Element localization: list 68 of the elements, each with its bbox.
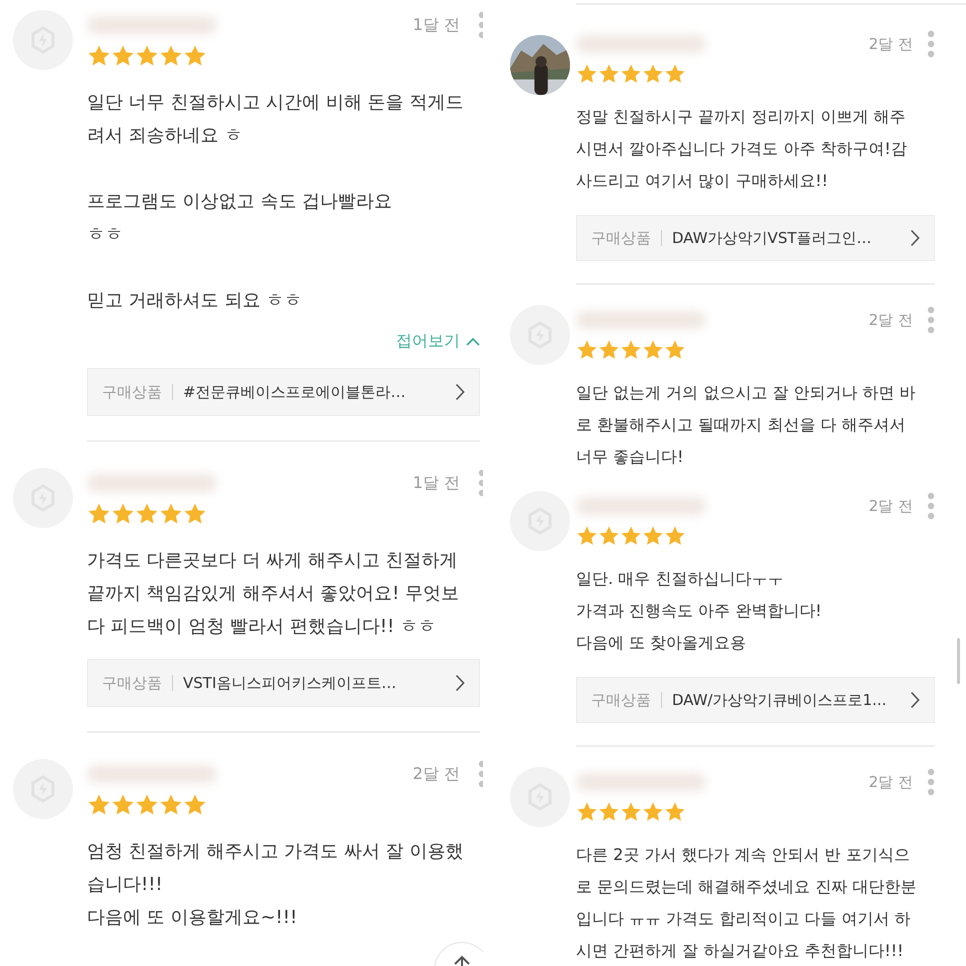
purchased-product-link[interactable]: 구매상품 VSTI옴니스피어키스케이프트…	[87, 659, 480, 707]
star-icon	[159, 502, 183, 526]
star-icon	[576, 525, 598, 547]
star-icon	[620, 339, 642, 361]
review-date: 2달 전	[412, 764, 460, 784]
review-text: 엄청 친절하게 해주시고 가격도 싸서 잘 이용했 습니다!!! 다음에 또 이용할게요~!!!	[87, 840, 464, 930]
star-icon	[183, 502, 207, 526]
star-icon	[183, 793, 207, 817]
star-icon	[111, 502, 135, 526]
star-icon	[135, 44, 159, 68]
star-icon	[87, 502, 111, 526]
review-date: 2달 전	[868, 772, 913, 792]
review-date: 2달 전	[868, 34, 913, 54]
star-icon	[576, 801, 598, 823]
more-icon[interactable]	[927, 768, 935, 796]
chevron-right-icon	[455, 674, 465, 692]
star-icon	[598, 339, 620, 361]
review-text: 가격도 다른곳보다 더 싸게 해주시고 친절하게 끝까지 책임감있게 해주셔서 좋았어요! 무엇보 다 피드백이 엄청 빨라서 편했습니다!! ㅎㅎ	[87, 549, 460, 639]
star-icon	[642, 801, 664, 823]
star-icon	[664, 339, 686, 361]
star-icon	[135, 502, 159, 526]
review-date: 2달 전	[868, 496, 913, 516]
star-icon	[598, 525, 620, 547]
star-icon	[620, 525, 642, 547]
star-icon	[183, 44, 207, 68]
avatar-icon	[510, 305, 570, 365]
star-icon	[159, 44, 183, 68]
star-icon	[598, 63, 620, 85]
review-date: 1달 전	[412, 472, 460, 494]
avatar-icon	[510, 491, 570, 551]
review-date: 1달 전	[412, 14, 460, 36]
star-icon	[642, 339, 664, 361]
star-icon	[159, 793, 183, 817]
review-date: 2달 전	[868, 310, 913, 330]
review-text: 일단. 매우 친절하십니다ㅜㅜ 가격과 진행속도 아주 완벽합니다! 다음에 또 찾아올게요용	[576, 568, 822, 654]
chevron-right-icon	[910, 229, 920, 247]
star-icon	[598, 801, 620, 823]
star-icon	[111, 793, 135, 817]
more-icon[interactable]	[927, 492, 935, 520]
review-text: 정말 친절하시구 끝까지 정리까지 이쁘게 해주 시면서 깔아주십니다 가격도 아주 착하구여!감 사드리고 여기서 많이 구매하세요!!	[576, 106, 907, 192]
star-icon	[620, 63, 642, 85]
purchased-product-link[interactable]: 구매상품 DAW/가상악기큐베이스프로1...	[576, 677, 935, 723]
star-icon	[664, 63, 686, 85]
chevron-right-icon	[455, 383, 465, 401]
star-icon	[664, 525, 686, 547]
avatar-icon	[510, 767, 570, 827]
star-icon	[111, 44, 135, 68]
more-icon[interactable]	[927, 30, 935, 58]
caret-up-icon	[466, 336, 480, 346]
purchased-product-link[interactable]: 구매상품 DAW가상악기VST플러그인…	[576, 215, 935, 261]
avatar-icon	[13, 759, 73, 819]
more-icon[interactable]	[927, 306, 935, 334]
star-icon	[576, 339, 598, 361]
star-icon	[642, 525, 664, 547]
star-icon	[642, 63, 664, 85]
star-icon	[620, 801, 642, 823]
review-text: 일단 없는게 거의 없으시고 잘 안되거나 하면 바 로 환불해주시고 될때까지 최선을 다 해주셔서 너무 좋습니다!	[576, 382, 916, 468]
review-text: 일단 너무 친절하시고 시간에 비해 돈을 적게드 려서 죄송하네요 ㅎ 프로그램도 이상없고 속도 겁나빨라요 ㅎㅎ 믿고 거래하셔도 되요 ㅎㅎ	[87, 91, 464, 313]
review-text: 다른 2곳 가서 했다가 계속 안되서 반 포기식으 로 문의드렸는데 해결해주셨네요 진짜 대단한분 입니다 ㅠㅠ 가격도 합리적이고 다들 여기서 하 시면 간편하게 잘 하실거같아요 추천합니다!!!	[576, 844, 916, 962]
star-icon	[87, 793, 111, 817]
star-icon	[135, 793, 159, 817]
star-icon	[664, 801, 686, 823]
purchased-product-link[interactable]: 구매상품 #전문큐베이스프로에이블톤라…	[87, 368, 480, 416]
avatar-icon	[13, 468, 73, 528]
star-icon	[576, 63, 598, 85]
chevron-right-icon	[910, 691, 920, 709]
avatar-icon	[13, 10, 73, 70]
star-icon	[87, 44, 111, 68]
